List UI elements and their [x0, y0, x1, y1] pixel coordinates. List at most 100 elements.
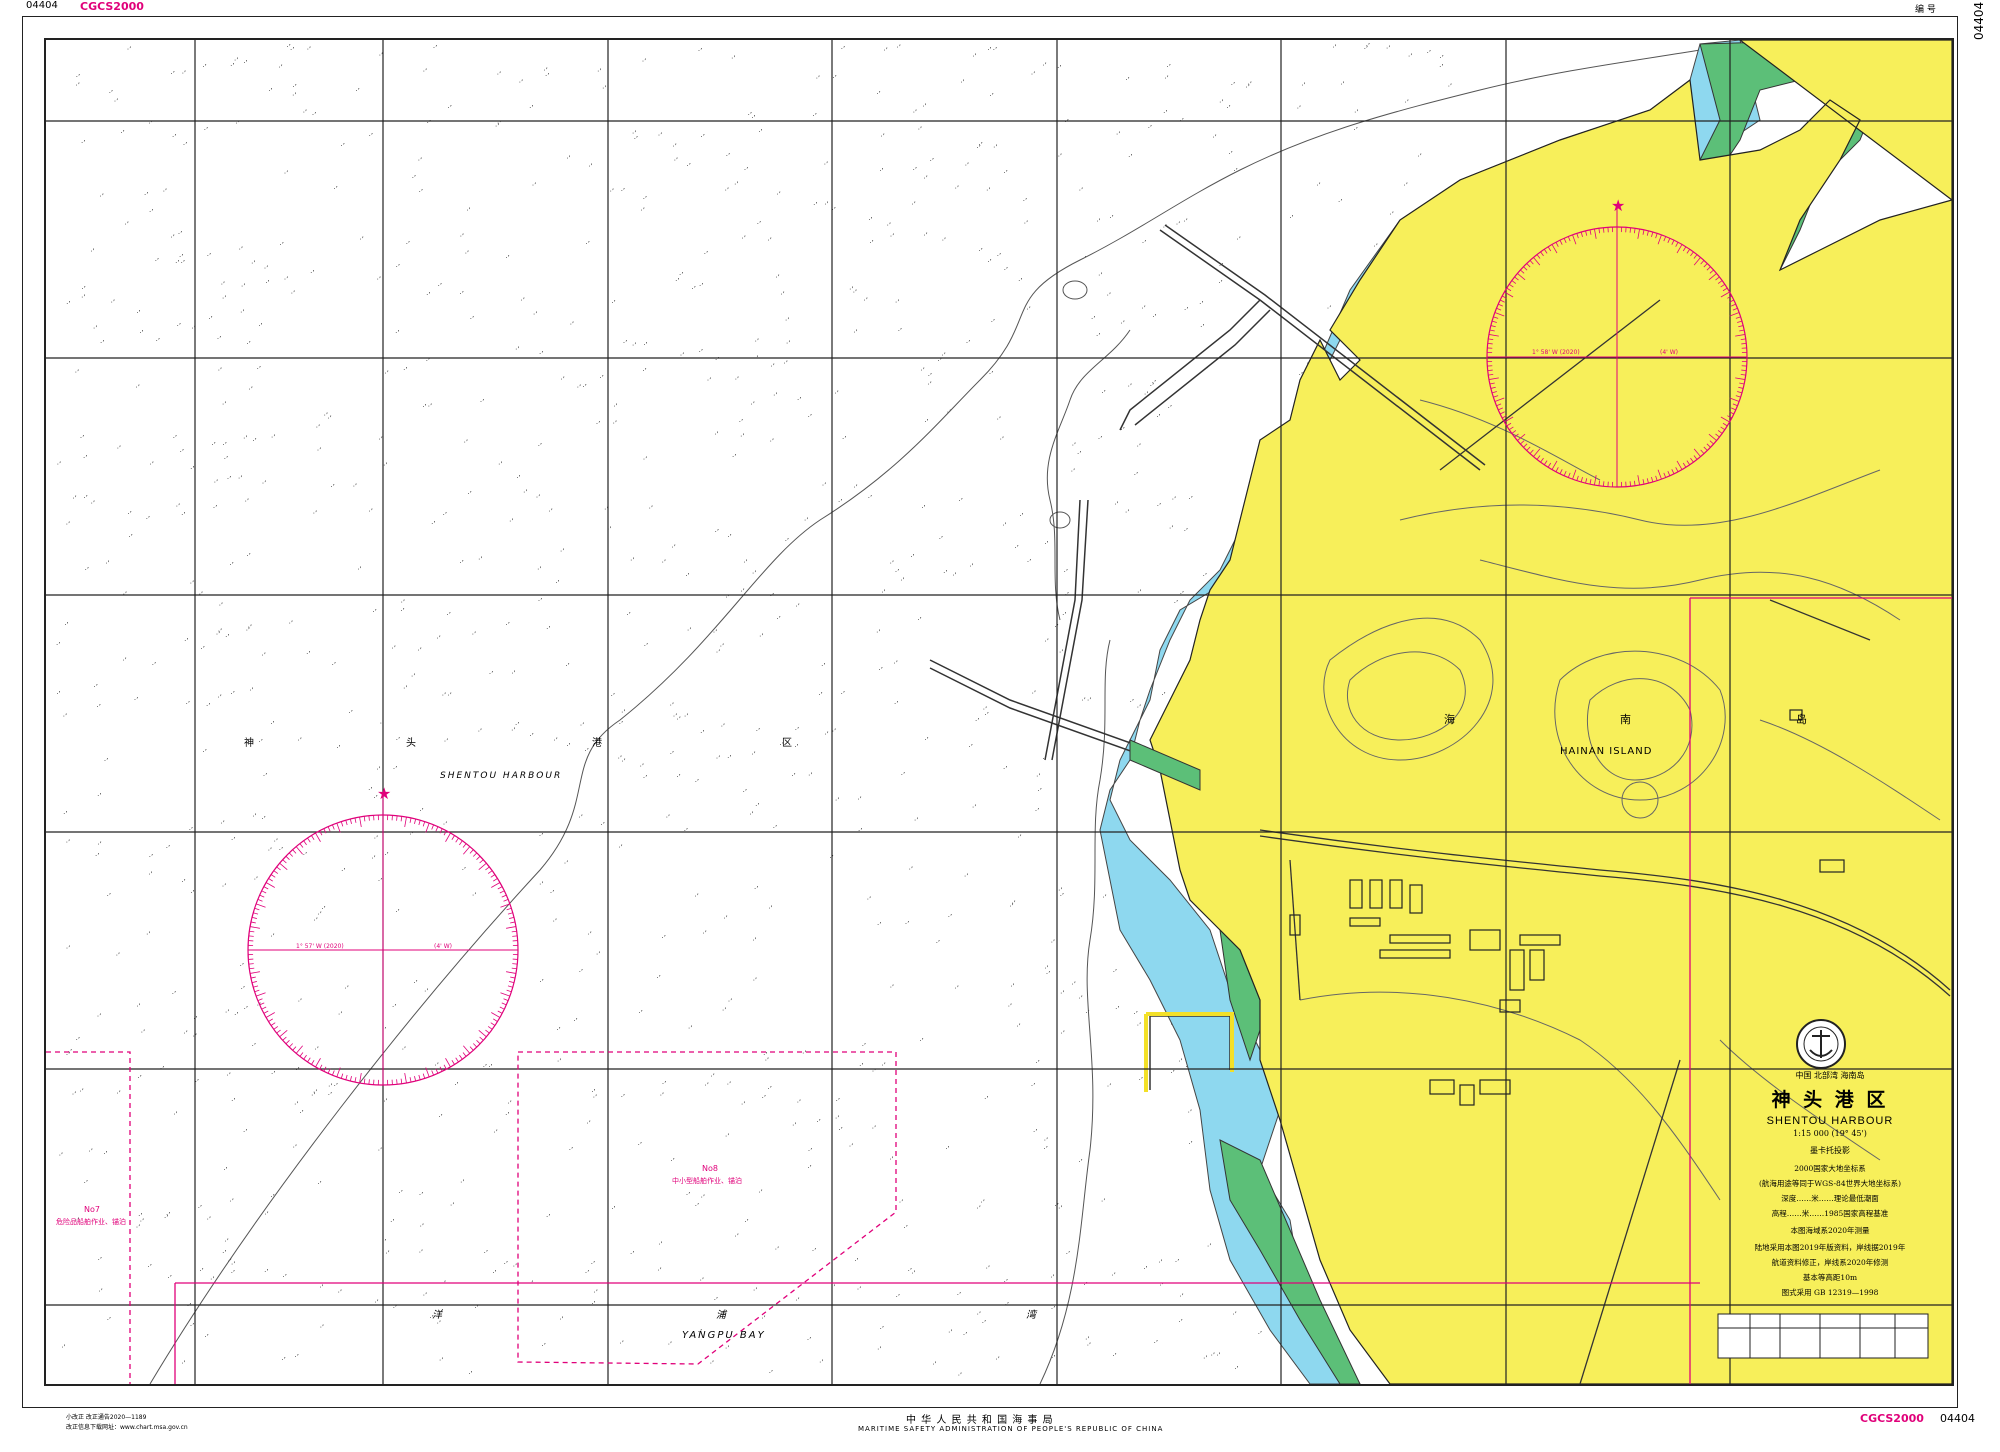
sounding-mark: ·’ — [399, 1189, 403, 1197]
sounding-mark: ·’ — [924, 418, 928, 426]
sounding-mark: ·’ — [761, 1315, 765, 1323]
sounding-mark: ·’ — [869, 239, 873, 247]
sounding-mark: ·’ — [537, 565, 541, 573]
sounding-mark: ·’ — [794, 743, 798, 751]
sounding-mark: ·’ — [249, 386, 253, 394]
sounding-mark: ·’ — [726, 152, 730, 160]
sounding-mark: ·’ — [1228, 150, 1232, 158]
sounding-mark: ·’ — [284, 276, 288, 284]
sounding-mark: ·’ — [835, 1115, 839, 1123]
sounding-mark: ·’ — [1057, 64, 1061, 72]
sounding-mark: ·’ — [586, 1120, 590, 1128]
sounding-mark: ·’ — [539, 350, 543, 358]
sounding-mark: ·’ — [658, 1241, 662, 1249]
sounding-mark: ·’ — [834, 389, 838, 397]
sounding-mark: ·’ — [964, 872, 968, 880]
sounding-mark: ·’ — [292, 92, 296, 100]
sounding-mark: ·’ — [743, 559, 747, 567]
sounding-mark: ·’ — [638, 1141, 642, 1149]
sounding-mark: ·’ — [243, 434, 247, 442]
sounding-mark: ·’ — [710, 1359, 714, 1367]
sounding-mark: ·’ — [714, 431, 718, 439]
sounding-mark: ·’ — [727, 533, 731, 541]
sounding-mark: ·’ — [76, 1036, 80, 1044]
sounding-mark: ·’ — [270, 932, 274, 940]
sounding-mark: ·’ — [412, 174, 416, 182]
sounding-mark: ·’ — [234, 56, 238, 64]
sounding-mark: ·’ — [298, 737, 302, 745]
sounding-mark: ·’ — [890, 984, 894, 992]
sounding-mark: ·’ — [259, 738, 263, 746]
sounding-mark: ·’ — [611, 299, 615, 307]
sounding-mark: ·’ — [770, 437, 774, 445]
sounding-mark: ·’ — [489, 670, 493, 678]
sounding-mark: ·’ — [511, 727, 515, 735]
sounding-mark: ·’ — [1085, 1336, 1089, 1344]
sounding-mark: ·’ — [1098, 435, 1102, 443]
sounding-mark: ·’ — [739, 418, 743, 426]
sounding-mark: ·’ — [328, 1082, 332, 1090]
compass-north-star: ★ — [1611, 196, 1625, 215]
sounding-mark: ·’ — [137, 1074, 141, 1082]
sounding-mark: ·’ — [66, 300, 70, 308]
sounding-mark: ·’ — [97, 841, 101, 849]
sounding-mark: ·’ — [312, 111, 316, 119]
sounding-mark: ·’ — [585, 1269, 589, 1277]
sounding-mark: ·’ — [1128, 153, 1132, 161]
sounding-mark: ·’ — [227, 475, 231, 483]
sounding-mark: ·’ — [246, 340, 250, 348]
sounding-mark: ·’ — [1128, 383, 1132, 391]
sounding-mark: ·’ — [1044, 1145, 1048, 1153]
sounding-mark: ·’ — [895, 298, 899, 306]
sounding-mark: ·’ — [890, 560, 894, 568]
sounding-mark: ·’ — [899, 1198, 903, 1206]
sounding-mark: ·’ — [1137, 703, 1141, 711]
sounding-mark: ·’ — [699, 282, 703, 290]
sounding-mark: ·’ — [842, 435, 846, 443]
sounding-mark: ·’ — [460, 1178, 464, 1186]
sounding-mark: ·’ — [170, 233, 174, 241]
sounding-mark: ·’ — [417, 647, 421, 655]
sounding-mark: ·’ — [427, 119, 431, 127]
sounding-mark: ·’ — [1010, 983, 1014, 991]
sounding-mark: ·’ — [599, 374, 603, 382]
sounding-mark: ·’ — [357, 565, 361, 573]
sounding-mark: ·’ — [1404, 182, 1408, 190]
compass-north-star: ★ — [377, 784, 391, 803]
sounding-mark: ·’ — [443, 821, 447, 829]
sounding-mark: ·’ — [1066, 1250, 1070, 1258]
harbour-label-en: SHENTOU HARBOUR — [440, 771, 562, 781]
bay-label-char-1: 洋 — [432, 1306, 442, 1321]
sounding-mark: ·’ — [1072, 442, 1076, 450]
sounding-mark: ·’ — [81, 285, 85, 293]
sounding-mark: ·’ — [643, 195, 647, 203]
sounding-mark: ·’ — [910, 553, 914, 561]
sounding-mark: ·’ — [245, 498, 249, 506]
sounding-mark: ·’ — [673, 713, 677, 721]
sounding-mark: ·’ — [630, 1250, 634, 1258]
sounding-mark: ·’ — [1042, 61, 1046, 69]
sounding-mark: ·’ — [206, 702, 210, 710]
sounding-mark: ·’ — [190, 465, 194, 473]
sounding-mark: ·’ — [84, 1179, 88, 1187]
sounding-mark: ·’ — [808, 1147, 812, 1155]
sounding-mark: ·’ — [390, 1218, 394, 1226]
sounding-mark: ·’ — [1115, 1005, 1119, 1013]
sounding-mark: ·’ — [439, 1357, 443, 1365]
sounding-mark: ·’ — [749, 811, 753, 819]
sounding-mark: ·’ — [207, 1215, 211, 1223]
sounding-mark: ·’ — [638, 1009, 642, 1017]
title-en: SHENTOU HARBOUR — [1730, 1115, 1930, 1127]
sounding-mark: ·’ — [928, 372, 932, 380]
sounding-mark: ·’ — [1169, 525, 1173, 533]
sounding-mark: ·’ — [240, 308, 244, 316]
sounding-mark: ·’ — [701, 133, 705, 141]
sounding-mark: ·’ — [225, 1008, 229, 1016]
sounding-mark: ·’ — [1232, 1311, 1236, 1319]
sounding-mark: ·’ — [1081, 697, 1085, 705]
sounding-mark: ·’ — [776, 191, 780, 199]
sounding-mark: ·’ — [1154, 1339, 1158, 1347]
sounding-mark: ·’ — [662, 558, 666, 566]
sounding-mark: ·’ — [621, 1093, 625, 1101]
sounding-mark: ·’ — [383, 1098, 387, 1106]
